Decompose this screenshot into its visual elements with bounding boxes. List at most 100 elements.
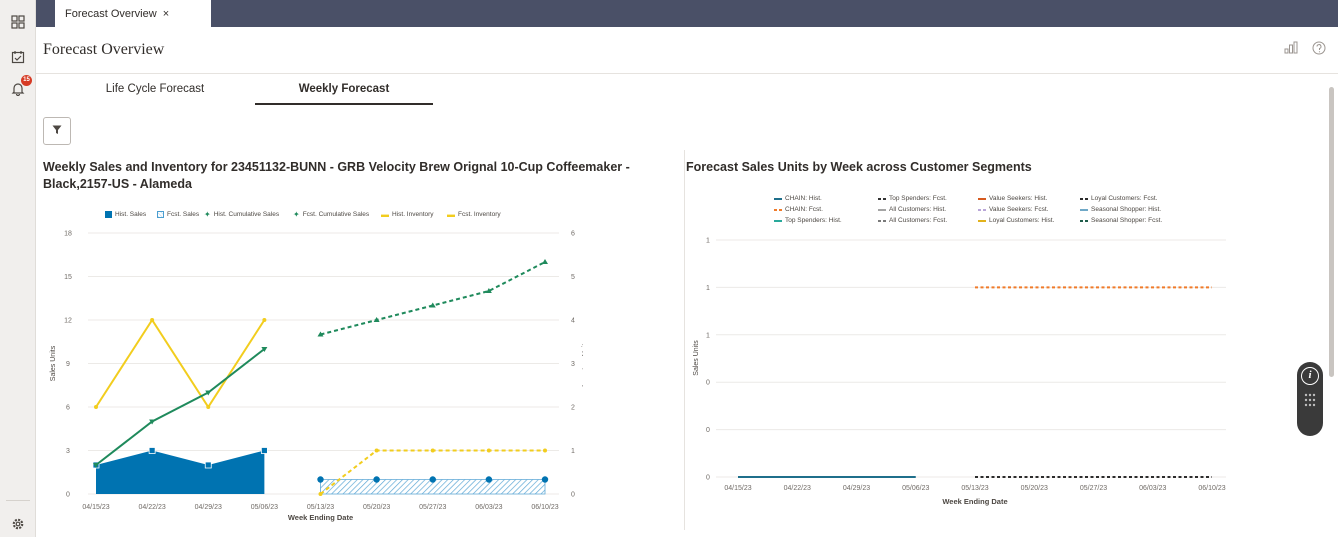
drag-handle-icon[interactable]: [1304, 392, 1316, 419]
x-tick-label: 05/20/23: [1021, 485, 1048, 492]
bell-icon[interactable]: 15: [9, 75, 32, 97]
legend-item[interactable]: ✦ Hist. Cumulative Sales: [204, 210, 279, 218]
legend-item[interactable]: Value Seekers: Fcst.: [978, 206, 1049, 213]
hist-inventory-point: [150, 318, 155, 322]
help-icon[interactable]: [1312, 41, 1326, 60]
hist-inventory-point: [206, 405, 211, 409]
fcst-sales-point: [485, 476, 493, 483]
y-tick-label: 3: [66, 448, 70, 455]
fcst-cumulative-sales-point: [429, 302, 436, 308]
legend-item[interactable]: Top Spenders: Fcst.: [878, 195, 947, 202]
legend-label: Loyal Customers: Hist.: [989, 217, 1055, 224]
header-actions: [1284, 41, 1326, 60]
legend-item[interactable]: ✦ Fcst. Cumulative Sales: [293, 210, 369, 218]
legend-swatch: [1080, 197, 1088, 200]
legend-swatch: [774, 219, 782, 222]
x-tick-label: 06/03/23: [475, 504, 502, 511]
legend-item[interactable]: All Customers: Fcst.: [878, 217, 947, 224]
y-tick-label: 0: [706, 380, 710, 387]
y-tick-label: 1: [706, 238, 710, 245]
legend-swatch: [978, 197, 986, 200]
calendar-check-icon[interactable]: [9, 48, 27, 66]
info-icon[interactable]: i: [1301, 367, 1319, 385]
left-chart-title-line2: Black,2157-US - Alameda: [43, 177, 192, 191]
floating-help-widget[interactable]: i: [1297, 362, 1323, 436]
tab-forecast-overview[interactable]: Forecast Overview ×: [55, 0, 211, 27]
fcst-inventory-point: [430, 448, 435, 453]
legend-item[interactable]: All Customers: Hist.: [878, 206, 946, 213]
left-chart-title-line1: Weekly Sales and Inventory for 23451132-…: [43, 160, 630, 174]
x-tick-label: 04/29/23: [195, 504, 222, 511]
page-title: Forecast Overview: [43, 41, 165, 58]
x-tick-label: 05/06/23: [251, 504, 278, 511]
fcst-inventory-point: [318, 492, 323, 496]
legend-swatch: [878, 197, 886, 200]
legend-item[interactable]: ▬ Fcst. Inventory: [447, 210, 501, 218]
legend-item[interactable]: ▬ Hist. Inventory: [381, 209, 434, 219]
hierarchy-icon[interactable]: [1284, 41, 1298, 60]
y2-tick-label: 5: [571, 274, 575, 281]
y-tick-label: 15: [64, 274, 72, 281]
legend-item[interactable]: Seasonal Shopper: Fcst.: [1080, 217, 1162, 224]
y-tick-label: 0: [706, 475, 710, 482]
right-chart-title: Forecast Sales Units by Week across Cust…: [686, 160, 1032, 174]
legend-label: Top Spenders: Hist.: [785, 217, 842, 224]
tab-weekly-forecast[interactable]: Weekly Forecast: [255, 74, 433, 105]
y-tick-label: 1: [706, 285, 710, 292]
x-tick-label: 05/20/23: [363, 504, 390, 511]
legend-item[interactable]: Seasonal Shopper: Hist.: [1080, 206, 1161, 213]
x-tick-label: 04/22/23: [784, 485, 811, 492]
fcst-sales-point: [317, 476, 324, 483]
legend-swatch: [878, 208, 886, 211]
forecast-subtabs: Life Cycle Forecast Weekly Forecast: [36, 74, 1338, 106]
y-tick-label: 12: [64, 318, 72, 325]
y2-tick-label: 1: [571, 448, 575, 455]
legend-item[interactable]: CHAIN: Fcst.: [774, 206, 823, 213]
legend-item[interactable]: Loyal Customers: Fcst.: [1080, 195, 1157, 202]
y-tick-label: 1: [706, 332, 710, 339]
legend-label: Fcst. Sales: [167, 211, 200, 218]
x-tick-label: 05/13/23: [307, 504, 334, 511]
x-tick-label: 04/29/23: [843, 485, 870, 492]
x-tick-label: 05/06/23: [902, 485, 929, 492]
x-axis-label: Week Ending Date: [288, 513, 353, 522]
legend-label: Hist. Inventory: [392, 211, 434, 218]
fcst-sales-point: [429, 476, 436, 483]
document-tab-bar: Forecast Overview ×: [36, 0, 1338, 27]
y-axis-label: Sales Units: [693, 340, 700, 376]
right-chart-legend: CHAIN: Hist. Top Spenders: Fcst. Value See…: [774, 195, 1204, 231]
hist-sales-area: [96, 450, 265, 494]
legend-item[interactable]: Value Seekers: Hist.: [978, 195, 1047, 202]
filter-button[interactable]: [43, 117, 71, 145]
y2-tick-label: 2: [571, 405, 575, 412]
legend-label: Loyal Customers: Fcst.: [1091, 195, 1158, 202]
weekly-sales-inventory-chart: 03691215180123456Sales UnitsInventory Un…: [50, 231, 583, 523]
legend-item[interactable]: Loyal Customers: Hist.: [978, 217, 1054, 224]
hist-sales-point: [148, 447, 156, 454]
legend-label: Top Spenders: Fcst.: [889, 195, 947, 202]
legend-label: Hist. Sales: [115, 211, 147, 218]
x-tick-label: 06/10/23: [531, 504, 558, 511]
close-tab-icon[interactable]: ×: [163, 8, 169, 20]
fcst-cumulative-sales-line: [320, 261, 546, 336]
grid-icon[interactable]: [9, 13, 27, 31]
legend-item[interactable]: Top Spenders: Hist.: [774, 217, 842, 224]
filter-icon: [52, 122, 62, 140]
settings-icon[interactable]: [9, 515, 27, 533]
legend-swatch: [774, 197, 782, 200]
tab-life-cycle-forecast[interactable]: Life Cycle Forecast: [66, 74, 244, 105]
legend-item[interactable]: Hist. Sales: [105, 211, 146, 218]
x-tick-label: 06/03/23: [1139, 485, 1166, 492]
legend-item[interactable]: Fcst. Sales: [157, 211, 199, 218]
legend-item[interactable]: CHAIN: Hist.: [774, 195, 822, 202]
legend-swatch: [878, 219, 886, 222]
legend-label: CHAIN: Hist.: [785, 195, 822, 202]
x-tick-label: 05/27/23: [1080, 485, 1107, 492]
y-tick-label: 18: [64, 231, 72, 238]
scrollbar-thumb[interactable]: [1329, 87, 1334, 377]
x-tick-label: 04/15/23: [724, 485, 751, 492]
x-tick-label: 04/22/23: [139, 504, 166, 511]
customer-segment-forecast-chart: 0 0 0 1 1 1 Sales Units 04/15/23 04/22/23 04/29/2…: [693, 238, 1226, 506]
swatch: ▬: [381, 209, 389, 219]
page-scrollbar[interactable]: [1327, 75, 1335, 535]
